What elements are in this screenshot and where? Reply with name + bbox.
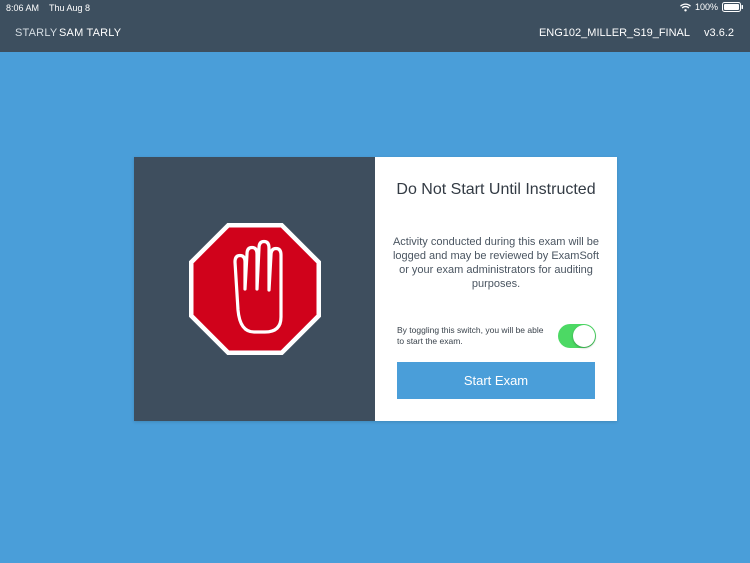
dialog-title: Do Not Start Until Instructed [396, 181, 596, 198]
stop-hand-icon [188, 222, 322, 361]
toggle-label: By toggling this switch, you will be abl… [397, 325, 544, 346]
dialog-content-panel: Do Not Start Until Instructed Activity c… [375, 157, 617, 421]
app-version: v3.6.2 [704, 27, 734, 39]
battery-percent: 100% [694, 2, 718, 12]
app-header: STARLY SAM TARLY ENG102_MILLER_S19_FINAL… [0, 16, 750, 52]
status-indicators: 100% [680, 2, 744, 12]
exam-start-dialog: Do Not Start Until Instructed Activity c… [134, 157, 617, 421]
wifi-icon [680, 2, 691, 12]
battery-icon [722, 2, 744, 12]
user-full-name: SAM TARLY [59, 27, 122, 39]
exam-code: ENG102_MILLER_S19_FINAL [538, 27, 690, 39]
toggle-knob [573, 325, 595, 347]
status-date: Thu Aug 8 [49, 3, 91, 13]
dialog-message: Activity conducted during this exam will… [392, 236, 600, 290]
start-permission-toggle[interactable] [558, 324, 596, 348]
user-short-name: STARLY [15, 27, 58, 39]
status-time: 8:06 AM [6, 3, 40, 13]
status-bar: 8:06 AM Thu Aug 8 100% [0, 0, 750, 16]
start-exam-button[interactable]: Start Exam [397, 362, 595, 399]
dialog-icon-panel [134, 157, 375, 421]
